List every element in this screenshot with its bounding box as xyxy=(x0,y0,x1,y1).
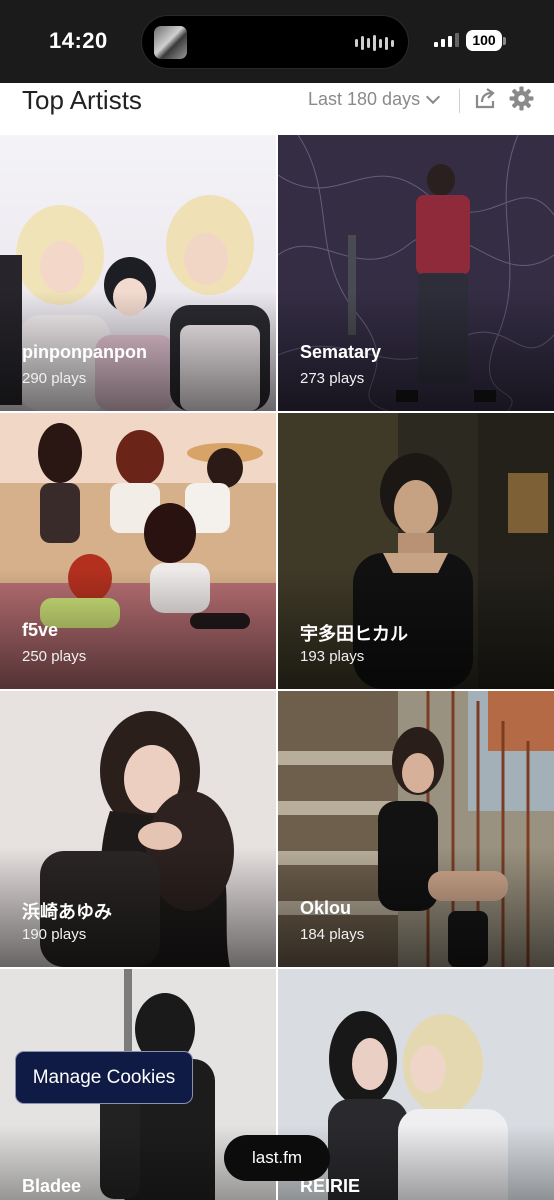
artist-plays: 290 plays xyxy=(22,370,87,387)
cellular-signal-icon xyxy=(434,33,459,47)
status-bar: 14:20 100 xyxy=(0,0,554,83)
site-pill[interactable]: last.fm xyxy=(224,1135,330,1181)
manage-cookies-button[interactable]: Manage Cookies xyxy=(15,1051,193,1104)
chevron-down-icon xyxy=(426,89,441,104)
artist-name: 宇多田ヒカル xyxy=(300,624,408,644)
battery-icon: 100 xyxy=(466,30,502,51)
date-range-label: Last 180 days xyxy=(308,89,421,109)
artist-tile[interactable]: Sematary 273 plays xyxy=(278,135,554,411)
dynamic-island[interactable] xyxy=(141,15,409,69)
waveform-icon xyxy=(355,35,394,51)
artist-name: Oklou xyxy=(300,898,352,918)
date-range-select[interactable]: Last 180 days xyxy=(308,89,441,110)
artist-name: pinponpanpon xyxy=(22,342,147,362)
artist-tile[interactable]: 浜崎あゆみ 190 plays xyxy=(0,691,276,967)
page-title: Top Artists xyxy=(22,85,142,115)
artist-name: 浜崎あゆみ xyxy=(22,902,112,922)
status-time: 14:20 xyxy=(49,28,108,53)
top-artists-header: Top Artists Last 180 days xyxy=(0,83,554,135)
artist-tile[interactable]: 宇多田ヒカル 193 plays xyxy=(278,413,554,689)
artist-tile[interactable]: f5ve 250 plays xyxy=(0,413,276,689)
artist-plays: 250 plays xyxy=(22,648,87,665)
now-playing-thumbnail xyxy=(154,26,187,59)
artist-name: Sematary xyxy=(300,342,382,362)
artist-name: f5ve xyxy=(22,620,59,640)
artist-plays: 184 plays xyxy=(300,926,365,943)
artist-name: Bladee xyxy=(22,1176,82,1196)
artist-plays: 190 plays xyxy=(22,926,87,943)
artist-plays: 273 plays xyxy=(300,370,365,387)
header-divider xyxy=(459,89,460,113)
artist-plays: 193 plays xyxy=(300,648,365,665)
artist-tile[interactable]: Oklou 184 plays xyxy=(278,691,554,967)
battery-tip xyxy=(503,37,506,45)
share-icon[interactable] xyxy=(473,87,497,111)
gear-icon[interactable] xyxy=(509,86,534,111)
artist-tile[interactable]: pinponpanpon 290 plays xyxy=(0,135,276,411)
